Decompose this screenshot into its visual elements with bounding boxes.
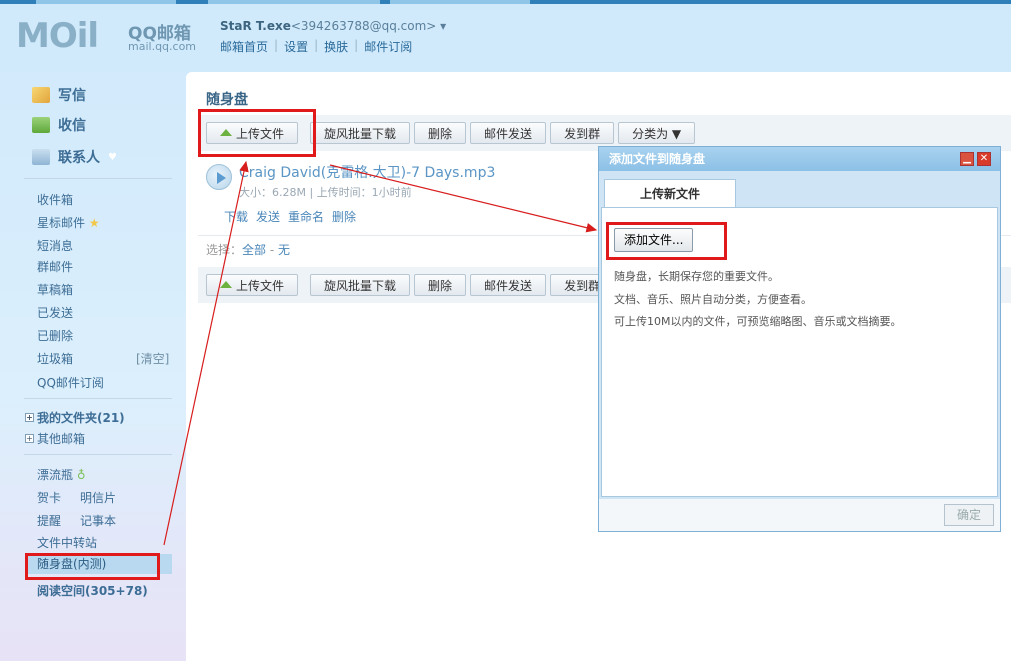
- classify-dropdown[interactable]: 分类为 ▼: [618, 122, 696, 144]
- sidebar-item-sent[interactable]: 已发送: [37, 304, 73, 321]
- file-delete-link[interactable]: 删除: [332, 208, 356, 225]
- sidebar-item-deleted[interactable]: 已删除: [37, 327, 73, 344]
- bottle-icon: ♁: [76, 468, 86, 482]
- select-row: 选择：全部 - 无: [206, 243, 291, 257]
- other-mailboxes[interactable]: + 其他邮箱: [25, 430, 85, 447]
- music-play-icon: [206, 164, 232, 190]
- file-meta: 大小：6.28M | 上传时间：1小时前: [239, 186, 412, 199]
- sidebar-item-notebook[interactable]: 记事本: [80, 512, 116, 529]
- sidebar-item-greeting-card[interactable]: 贺卡: [37, 489, 61, 506]
- highlight-box-drive: [25, 553, 160, 580]
- dialog-info-line: 随身盘，长期保存您的重要文件。: [614, 270, 779, 283]
- compose-link[interactable]: 写信: [32, 85, 86, 105]
- nav-skin[interactable]: 换肤: [324, 38, 348, 55]
- sidebar-item-group-mail[interactable]: 群邮件: [37, 258, 73, 275]
- nav-home[interactable]: 邮箱首页: [220, 38, 268, 55]
- mail-send-button-bottom[interactable]: 邮件发送: [470, 274, 547, 296]
- nav-settings[interactable]: 设置: [284, 38, 308, 55]
- sidebar-item-spam[interactable]: 垃圾箱: [37, 350, 73, 367]
- account-dropdown-icon[interactable]: ▾: [440, 19, 446, 33]
- expand-plus-icon[interactable]: +: [25, 434, 34, 443]
- contacts-expand-icon[interactable]: ♥: [108, 152, 117, 163]
- contacts-label: 联系人: [58, 150, 100, 166]
- star-icon: ★: [88, 216, 100, 230]
- contacts-link[interactable]: 联系人 ♥: [32, 147, 117, 167]
- add-file-dialog: 添加文件到随身盘 ▁ ✕ 上传新文件 添加文件... 随身盘，长期保存您的重要文…: [598, 146, 1001, 532]
- batch-download-button[interactable]: 旋风批量下载: [310, 122, 411, 144]
- file-name-link[interactable]: Craig David(克雷格.大卫)-7 Days.mp3: [239, 162, 495, 182]
- confirm-button[interactable]: 确定: [943, 504, 994, 526]
- upload-arrow-icon: [220, 280, 232, 288]
- file-rename-link[interactable]: 重命名: [288, 208, 324, 225]
- check-mail-link[interactable]: 收信: [32, 115, 86, 135]
- page-title: 随身盘: [206, 92, 248, 108]
- minimize-icon[interactable]: ▁: [960, 152, 974, 166]
- sidebar-item-qq-subscription[interactable]: QQ邮件订阅: [37, 374, 104, 391]
- clear-spam-link[interactable]: [清空]: [136, 350, 169, 367]
- close-icon[interactable]: ✕: [977, 152, 991, 166]
- top-nav: 邮箱首页 | 设置 | 换肤 | 邮件订阅: [220, 38, 413, 55]
- logo-url: mail.qq.com: [128, 40, 197, 53]
- file-download-link[interactable]: 下载: [224, 208, 248, 225]
- nav-subscription[interactable]: 邮件订阅: [364, 38, 412, 55]
- user-account[interactable]: StaR T.exe<394263788@qq.com> ▾: [220, 19, 446, 33]
- tab-upload-new[interactable]: 上传新文件: [604, 179, 736, 207]
- contacts-card-icon: [32, 149, 50, 165]
- toolbar-bottom: 上传文件 旋风批量下载 删除 邮件发送 发到群: [206, 274, 615, 296]
- highlight-box-add-file: [606, 222, 727, 260]
- dialog-info-line: 可上传10M以内的文件，可预览缩略图、音乐或文档摘要。: [614, 315, 902, 328]
- expand-plus-icon[interactable]: +: [25, 413, 34, 422]
- mail-send-button[interactable]: 邮件发送: [470, 122, 547, 144]
- select-label: 选择：: [206, 243, 243, 257]
- send-to-group-button[interactable]: 发到群: [550, 122, 615, 144]
- sidebar-item-inbox[interactable]: 收件箱: [37, 191, 73, 208]
- sidebar-item-reminder[interactable]: 提醒: [37, 512, 61, 529]
- highlight-box-upload: [198, 109, 316, 157]
- compose-pencil-icon: [32, 87, 50, 103]
- my-folders[interactable]: + 我的文件夹(21): [25, 409, 125, 426]
- file-send-link[interactable]: 发送: [256, 208, 280, 225]
- batch-download-button-bottom[interactable]: 旋风批量下载: [310, 274, 411, 296]
- delete-button[interactable]: 删除: [414, 122, 467, 144]
- dialog-title[interactable]: 添加文件到随身盘: [599, 147, 1000, 171]
- compose-label: 写信: [58, 88, 86, 104]
- sidebar-item-reading-space[interactable]: 阅读空间(305+78): [37, 582, 148, 599]
- inbox-tray-icon: [32, 117, 50, 133]
- sidebar-item-drift-bottle[interactable]: 漂流瓶 ♁: [37, 466, 86, 483]
- select-all-link[interactable]: 全部: [242, 243, 266, 257]
- sidebar-item-starred[interactable]: 星标邮件 ★: [37, 214, 100, 231]
- user-email: <394263788@qq.com>: [290, 19, 437, 33]
- file-actions: 下载 发送 重命名 删除: [224, 208, 356, 225]
- check-mail-label: 收信: [58, 118, 86, 134]
- sidebar-item-postcard[interactable]: 明信片: [80, 489, 116, 506]
- user-nickname: StaR T.exe: [220, 19, 291, 33]
- logo-mark: MOil: [16, 16, 99, 56]
- dialog-footer: 确定: [599, 499, 1000, 531]
- top-strip: [0, 0, 1011, 4]
- sidebar-item-file-transfer[interactable]: 文件中转站: [37, 534, 97, 551]
- sidebar-item-sms[interactable]: 短消息: [37, 237, 73, 254]
- dialog-info-line: 文档、音乐、照片自动分类，方便查看。: [614, 293, 812, 306]
- qq-mail-logo[interactable]: MOil QQ邮箱 mail.qq.com: [16, 16, 206, 56]
- select-none-link[interactable]: 无: [278, 243, 290, 257]
- delete-button-bottom[interactable]: 删除: [414, 274, 467, 296]
- sidebar-item-drafts[interactable]: 草稿箱: [37, 281, 73, 298]
- upload-file-button-bottom[interactable]: 上传文件: [206, 274, 299, 296]
